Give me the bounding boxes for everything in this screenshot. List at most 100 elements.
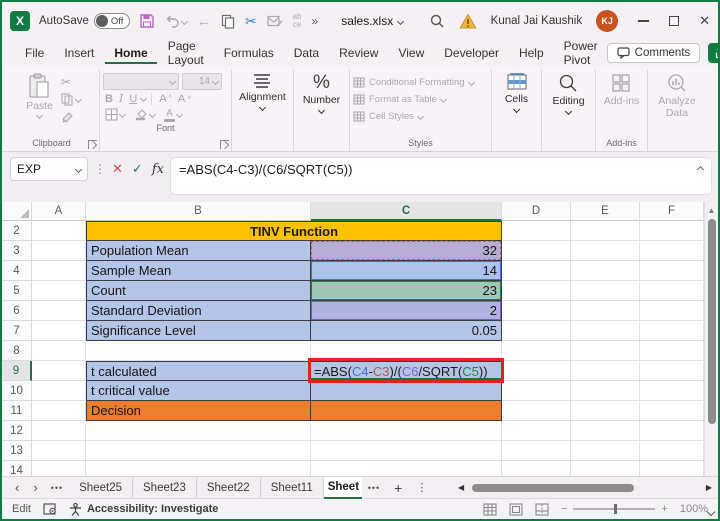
cell-D5[interactable] <box>502 281 571 301</box>
cell-F11[interactable] <box>640 401 704 421</box>
tab-view[interactable]: View <box>389 42 433 64</box>
sheet-tab-sheet25[interactable]: Sheet25 <box>69 476 133 499</box>
cell-E4[interactable] <box>571 261 640 281</box>
cell-value-C3[interactable]: 32 <box>311 241 502 261</box>
next-sheet-icon[interactable]: › <box>26 480 44 495</box>
cell-E10[interactable] <box>571 381 640 401</box>
cell-E8[interactable] <box>571 341 640 361</box>
cell-B13[interactable] <box>86 441 311 461</box>
paste-button[interactable]: Paste <box>20 71 59 120</box>
row-header-4[interactable]: 4 <box>2 261 32 281</box>
sheet-tab-sheet23[interactable]: Sheet23 <box>133 476 197 499</box>
cell-F10[interactable] <box>640 381 704 401</box>
back-arrow-icon[interactable]: ← <box>197 13 211 29</box>
comments-button[interactable]: Comments <box>606 43 701 63</box>
decrease-font-button[interactable]: A ˅ <box>176 93 193 105</box>
scroll-right-icon[interactable]: ▶ <box>702 483 716 492</box>
row-header-8[interactable]: 8 <box>2 341 32 361</box>
cell-E2[interactable] <box>571 221 640 241</box>
more-sheets-right-icon[interactable]: ••• <box>362 483 386 493</box>
cell-title-B2[interactable]: TINV Function <box>86 221 502 241</box>
cell-D6[interactable] <box>502 301 571 321</box>
save-icon[interactable] <box>139 13 155 29</box>
editing-button[interactable]: Editing <box>548 71 588 116</box>
tab-developer[interactable]: Developer <box>435 42 508 64</box>
cell-D12[interactable] <box>502 421 571 441</box>
cell-D10[interactable] <box>502 381 571 401</box>
cell-E7[interactable] <box>571 321 640 341</box>
cells-button[interactable]: Cells <box>501 71 532 114</box>
normal-view-icon[interactable] <box>483 502 497 516</box>
accessibility-icon[interactable] <box>69 502 82 516</box>
row-header-3[interactable]: 3 <box>2 241 32 261</box>
tab-insert[interactable]: Insert <box>55 42 103 64</box>
sheet-tab-sheet22[interactable]: Sheet22 <box>197 476 261 499</box>
column-header-F[interactable]: F <box>640 202 704 221</box>
file-name[interactable]: sales.xlsx <box>341 14 405 28</box>
sheet-tab-active[interactable]: Sheet <box>323 476 362 499</box>
number-button[interactable]: % Number <box>299 71 344 115</box>
italic-button[interactable]: I <box>117 92 125 105</box>
underline-button[interactable]: U <box>127 93 139 105</box>
font-color-button[interactable]: A <box>162 107 184 122</box>
autosave-toggle[interactable]: AutoSave Off <box>39 13 130 29</box>
format-painter-button[interactable] <box>61 110 81 125</box>
font-size-select[interactable]: 14 <box>182 73 222 90</box>
cell-E9[interactable] <box>571 361 640 381</box>
minimize-button[interactable] <box>638 20 650 22</box>
vertical-scrollbar[interactable]: ▲ <box>704 202 718 476</box>
cancel-entry-icon[interactable]: ✕ <box>112 161 123 177</box>
tab-file[interactable]: File <box>16 42 53 64</box>
cell-A2[interactable] <box>32 221 86 241</box>
cell-label-B7[interactable]: Significance Level <box>86 321 311 341</box>
cell-label-B9[interactable]: t calculated <box>86 361 311 381</box>
sheet-options-icon[interactable]: ⋮ <box>410 481 433 494</box>
cell-F12[interactable] <box>640 421 704 441</box>
cell-value-C9[interactable]: =ABS(C4- C3)/(C6/SQRT(C5)) <box>308 358 504 383</box>
tab-home[interactable]: Home <box>105 42 157 64</box>
zoom-slider[interactable]: − + <box>561 503 668 515</box>
cell-C13[interactable] <box>311 441 502 461</box>
cell-F3[interactable] <box>640 241 704 261</box>
scroll-up-icon[interactable]: ▲ <box>708 202 716 217</box>
tab-help[interactable]: Help <box>510 42 553 64</box>
excel-logo-icon[interactable]: X <box>10 11 30 31</box>
insert-function-icon[interactable]: fx <box>152 162 164 177</box>
collapse-formula-bar-icon[interactable] <box>696 165 705 174</box>
vertical-scroll-thumb[interactable] <box>707 219 716 424</box>
cell-A14[interactable] <box>32 461 86 476</box>
cell-A3[interactable] <box>32 241 86 261</box>
macro-record-icon[interactable] <box>43 502 57 516</box>
cell-A10[interactable] <box>32 381 86 401</box>
cell-C12[interactable] <box>311 421 502 441</box>
cell-F13[interactable] <box>640 441 704 461</box>
cell-D8[interactable] <box>502 341 571 361</box>
name-box[interactable]: EXP <box>10 157 88 181</box>
confirm-entry-icon[interactable]: ✓ <box>132 161 143 177</box>
cell-A9[interactable] <box>32 361 86 381</box>
styles-item-format-as-table[interactable]: Format as Table <box>353 91 447 108</box>
cell-label-B11[interactable]: Decision <box>86 401 311 421</box>
scroll-left-icon[interactable]: ◀ <box>454 483 468 492</box>
cell-label-B3[interactable]: Population Mean <box>86 241 311 261</box>
zoom-out-icon[interactable]: − <box>561 503 567 515</box>
prev-sheet-icon[interactable]: ‹ <box>8 480 26 495</box>
cell-F7[interactable] <box>640 321 704 341</box>
row-header-13[interactable]: 13 <box>2 441 32 461</box>
cell-A13[interactable] <box>32 441 86 461</box>
cell-label-B6[interactable]: Standard Deviation <box>86 301 311 321</box>
row-header-6[interactable]: 6 <box>2 301 32 321</box>
user-name[interactable]: Kunal Jai Kaushik <box>491 15 582 27</box>
cell-A12[interactable] <box>32 421 86 441</box>
cell-F14[interactable] <box>640 461 704 476</box>
cell-D4[interactable] <box>502 261 571 281</box>
row-header-12[interactable]: 12 <box>2 421 32 441</box>
cell-value-C5[interactable]: 23 <box>311 281 502 301</box>
more-sheets-left-icon[interactable]: ••• <box>45 483 69 493</box>
cell-A8[interactable] <box>32 341 86 361</box>
column-header-E[interactable]: E <box>571 202 640 221</box>
select-all-corner[interactable] <box>2 202 32 221</box>
copy-button[interactable] <box>61 92 82 107</box>
zoom-level[interactable]: 100% <box>680 503 708 515</box>
cut-button[interactable]: ✂ <box>61 74 81 89</box>
